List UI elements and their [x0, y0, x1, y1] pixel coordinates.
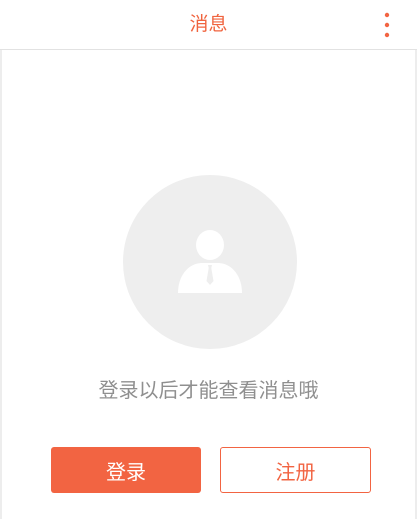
avatar-placeholder [123, 175, 297, 349]
login-button[interactable]: 登录 [51, 447, 201, 493]
user-icon [178, 230, 242, 293]
left-edge-divider [0, 50, 2, 519]
more-vertical-icon [384, 12, 390, 38]
messages-screen: 消息 登录以后才能查看消息哦 登录 注册 [0, 0, 417, 519]
more-options-button[interactable] [375, 10, 399, 40]
page-title: 消息 [189, 13, 228, 35]
top-bar: 消息 [0, 0, 417, 50]
register-button[interactable]: 注册 [220, 447, 371, 493]
login-required-message: 登录以后才能查看消息哦 [98, 378, 319, 402]
